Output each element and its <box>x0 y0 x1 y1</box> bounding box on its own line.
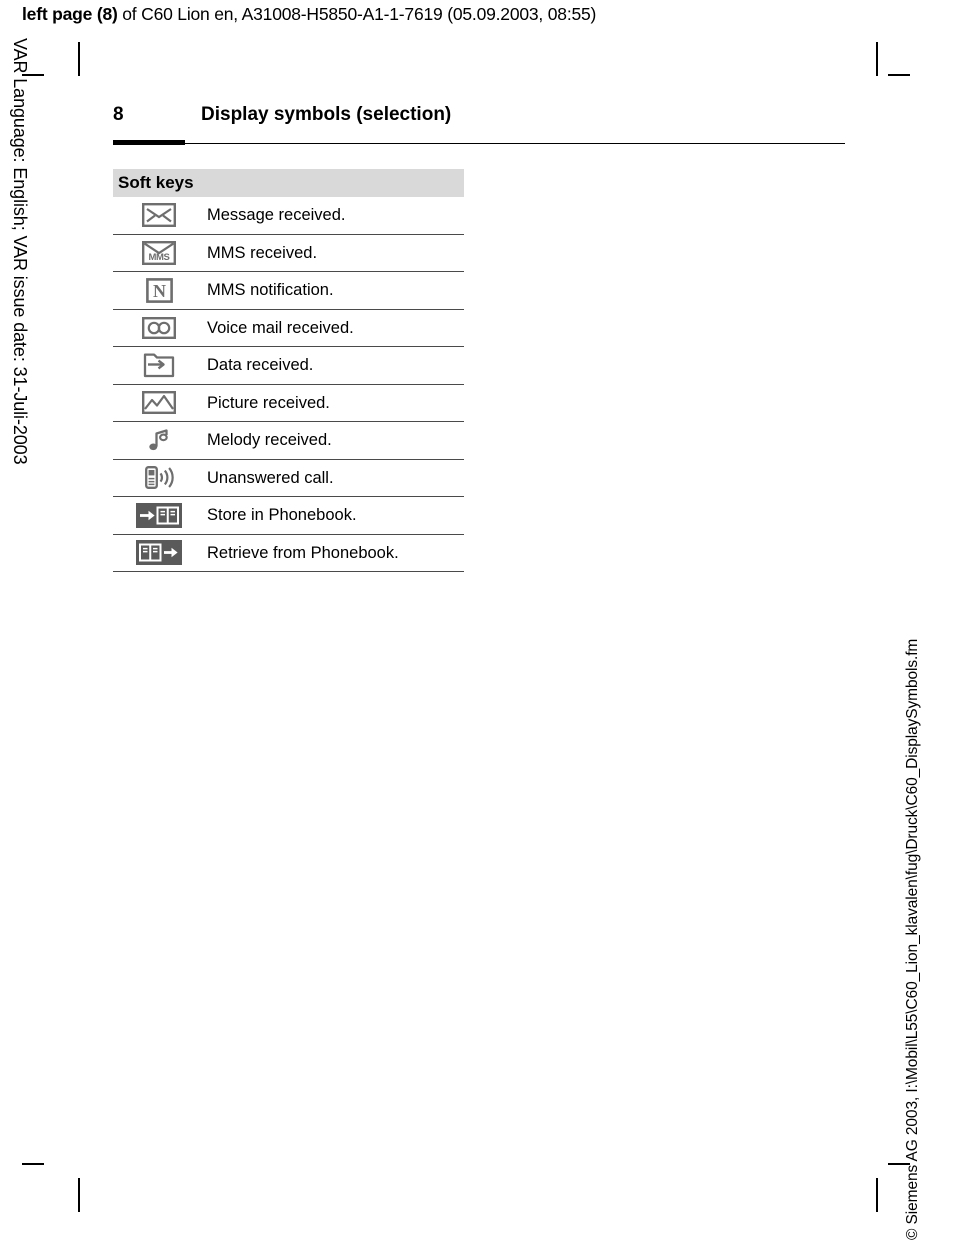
table-row-label: Retrieve from Phonebook. <box>207 543 399 562</box>
retrieve-phonebook-icon <box>113 540 205 566</box>
table-row-label: Data received. <box>207 356 314 374</box>
table-header-label: Soft keys <box>118 173 194 192</box>
envelope-icon <box>113 203 205 228</box>
svg-text:MMS: MMS <box>149 252 170 263</box>
table-row: Picture received. <box>113 385 464 422</box>
melody-note-icon <box>113 428 205 452</box>
crop-mark-top-right-vertical <box>876 42 878 76</box>
page-number: 8 <box>113 104 124 125</box>
mms-notification-n-icon: N <box>113 277 205 303</box>
page-title: Display symbols (selection) <box>201 104 452 125</box>
mms-envelope-icon: MMS <box>113 240 205 265</box>
side-note-right-text: © Siemens AG 2003, I:\Mobil\L55\C60_Lion… <box>904 638 921 1240</box>
print-header-rest: of C60 Lion en, A31008-H5850-A1-1-7619 (… <box>117 4 597 24</box>
table-row-label: Message received. <box>207 206 346 224</box>
table-row: Unanswered call. <box>113 460 464 497</box>
title-rule-thick <box>113 140 185 145</box>
table-row: Voice mail received. <box>113 310 464 347</box>
table-row: Data received. <box>113 347 464 385</box>
title-rule-thin <box>185 142 845 144</box>
side-note-left: VAR Language: English; VAR issue date: 3… <box>0 0 40 480</box>
table-row: Store in Phonebook. <box>113 497 464 535</box>
table-row: Retrieve from Phonebook. <box>113 535 464 572</box>
store-phonebook-icon <box>113 502 205 528</box>
table-row: MMS MMS received. <box>113 235 464 272</box>
side-note-right: © Siemens AG 2003, I:\Mobil\L55\C60_Lion… <box>904 526 954 1246</box>
side-note-left-text: VAR Language: English; VAR issue date: 3… <box>10 38 30 465</box>
svg-text:N: N <box>153 281 166 301</box>
table-row: Melody received. <box>113 422 464 460</box>
display-symbols-table: Soft keys Message received. MMS MMS rece… <box>113 169 464 572</box>
crop-mark-bottom-left-vertical <box>78 1178 80 1212</box>
voicemail-cassette-icon <box>113 316 205 339</box>
table-row-label: Store in Phonebook. <box>207 506 357 524</box>
page-title-row: 8 Display symbols (selection) <box>113 104 845 136</box>
table-row-label: Melody received. <box>207 431 332 449</box>
crop-mark-top-right-horizontal <box>888 74 910 76</box>
crop-mark-top-left-vertical <box>78 42 80 76</box>
table-row-label: MMS received. <box>207 243 318 262</box>
table-row-label: Voice mail received. <box>207 318 354 337</box>
crop-mark-bottom-left-horizontal <box>22 1163 44 1165</box>
unanswered-call-icon <box>113 465 205 490</box>
table-row: Message received. <box>113 197 464 235</box>
table-row: N MMS notification. <box>113 272 464 310</box>
table-header-soft-keys: Soft keys <box>113 169 464 197</box>
picture-received-icon <box>113 391 205 415</box>
data-received-icon <box>113 353 205 378</box>
table-row-label: MMS notification. <box>207 281 334 299</box>
print-header: left page (8) of C60 Lion en, A31008-H58… <box>22 4 596 25</box>
table-row-label: Picture received. <box>207 393 330 412</box>
table-row-label: Unanswered call. <box>207 468 334 487</box>
crop-mark-bottom-right-vertical <box>876 1178 878 1212</box>
table-body: Message received. MMS MMS received. N MM… <box>113 197 464 572</box>
